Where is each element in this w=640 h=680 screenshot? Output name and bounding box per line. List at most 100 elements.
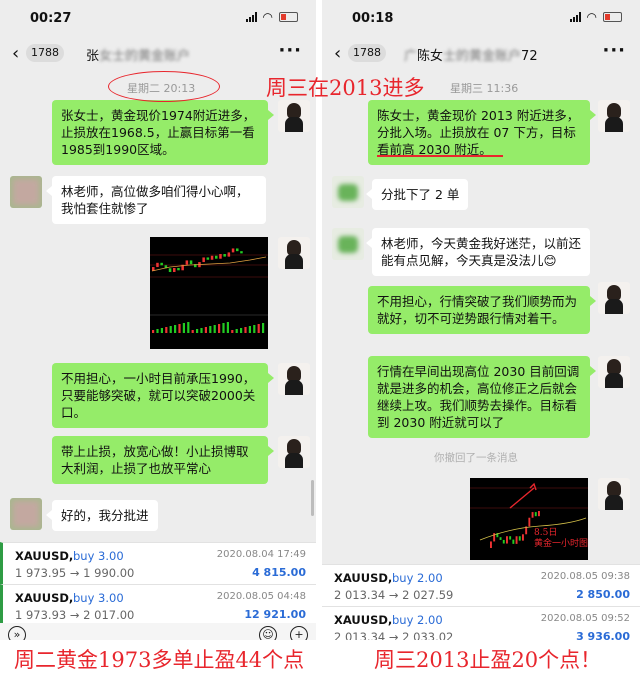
message-bubble-received[interactable]: 林老师，高位做多咱们得小心啊，我怕套住就惨了 <box>46 176 266 224</box>
trade-direction: buy 3.00 <box>73 549 124 563</box>
smile-emoji-icon: 😊 <box>543 253 557 268</box>
teacher-avatar[interactable] <box>278 436 310 468</box>
caption-right: 周三2013止盈20个点！ <box>322 640 640 680</box>
unread-count-badge[interactable]: 1788 <box>348 44 386 62</box>
candle <box>512 539 515 544</box>
volume-bar <box>262 323 265 333</box>
status-time: 00:18 <box>352 11 394 26</box>
volume-bar <box>244 327 247 333</box>
message-bubble-received[interactable]: 分批下了 2 单 <box>365 179 469 210</box>
red-underline-annotation <box>377 155 503 157</box>
candle <box>168 268 172 273</box>
trade-prices: 1 973.95 → 1 990.00 <box>15 566 135 580</box>
message-bubble-sent[interactable]: 不用担心，行情突破了我们顺势而为就好，切不可逆势跟行情对着干。 <box>368 286 596 334</box>
volume-bar <box>160 328 163 333</box>
volume-bar <box>231 330 234 333</box>
signal-icon <box>569 12 581 22</box>
volume-bar <box>169 326 172 333</box>
client-avatar[interactable] <box>332 176 364 208</box>
volume-bar <box>248 326 251 333</box>
unread-count-badge[interactable]: 1788 <box>26 44 64 62</box>
chart-annotation: 8.5日 黄金一小时图 <box>534 528 588 549</box>
volume-bar <box>240 328 243 333</box>
candlestick-chart-image[interactable]: 8.5日 黄金一小时图 <box>470 478 588 560</box>
message-bubble-received[interactable]: 林老师，今天黄金我好迷茫，以前还能有点见解，今天真是没法儿😊 <box>366 228 590 276</box>
client-avatar[interactable] <box>10 498 42 530</box>
candle <box>227 252 231 257</box>
more-icon[interactable]: ··· <box>602 40 626 61</box>
trade-prices: 2 013.34 → 2 027.59 <box>334 588 454 602</box>
candlestick-chart-image[interactable] <box>150 237 268 349</box>
client-avatar[interactable] <box>332 228 364 260</box>
candle <box>202 257 205 263</box>
battery-icon <box>279 12 298 22</box>
volume-bar <box>165 327 168 333</box>
volume-bar <box>226 322 229 333</box>
scrollbar[interactable] <box>311 480 314 516</box>
wifi-icon: ◠ <box>586 10 597 24</box>
candle <box>160 262 163 266</box>
back-arrow-icon[interactable]: ‹ <box>334 43 341 64</box>
trade-record[interactable]: XAUUSD, buy 3.00 2020.08.04 17:49 1 973.… <box>0 542 316 584</box>
volume-bar <box>178 324 181 333</box>
trade-profit: 2 850.00 <box>576 588 630 601</box>
candle <box>177 267 180 271</box>
trade-datetime: 2020.08.05 09:38 <box>540 571 630 582</box>
candle <box>219 254 222 259</box>
trade-symbol: XAUUSD, <box>334 613 393 627</box>
teacher-avatar[interactable] <box>598 356 630 388</box>
teacher-avatar[interactable] <box>598 478 630 510</box>
volume-bar <box>218 324 221 333</box>
volume-bar <box>204 327 207 333</box>
candle <box>240 251 243 254</box>
trade-symbol: XAUUSD, <box>15 549 74 563</box>
status-bar: 00:27 ◠ <box>0 0 316 38</box>
chat-header: ‹ 1788 张女士的黄金账户 ··· <box>0 38 316 70</box>
teacher-avatar[interactable] <box>278 237 310 269</box>
teacher-avatar[interactable] <box>278 100 310 132</box>
volume-bar <box>257 324 260 333</box>
candle <box>490 541 492 548</box>
volume-bar <box>200 328 203 333</box>
candle <box>499 537 502 540</box>
volume-bar <box>191 330 194 333</box>
volume-bar <box>174 325 177 333</box>
withdrawn-notice: 你撤回了一条消息 <box>434 452 518 464</box>
timestamp-highlight-circle <box>108 71 220 102</box>
trade-record[interactable]: XAUUSD, buy 3.00 2020.08.05 04:48 1 973.… <box>0 584 316 626</box>
client-avatar[interactable] <box>10 176 42 208</box>
teacher-avatar[interactable] <box>598 100 630 132</box>
trade-profit: 4 815.00 <box>252 566 306 579</box>
more-icon[interactable]: ··· <box>278 40 302 61</box>
candle <box>185 260 189 265</box>
message-bubble-sent[interactable]: 行情在早间出现高位 2030 目前回调就是进多的机会，高位修正之后就会继续上攻。… <box>368 356 596 438</box>
trade-direction: buy 3.00 <box>73 591 124 605</box>
trade-profit: 12 921.00 <box>244 608 306 621</box>
volume-bar <box>253 325 256 333</box>
signal-icon <box>245 12 257 22</box>
candle <box>538 511 540 517</box>
candle <box>518 536 521 541</box>
teacher-avatar[interactable] <box>598 282 630 314</box>
volume-bar <box>222 323 225 333</box>
contact-name: 广陈女士的黄金账户72 <box>404 49 538 64</box>
volume-bar <box>187 322 190 333</box>
wifi-icon: ◠ <box>262 10 273 24</box>
message-bubble-sent[interactable]: 不用担心，一小时目前承压1990，只要能够突破，就可以突破2000关口。 <box>52 363 274 428</box>
volume-bar <box>213 325 216 333</box>
volume-bar <box>209 326 212 333</box>
trade-direction: buy 2.00 <box>392 571 443 585</box>
caption-left: 周二黄金1973多单止盈44个点 <box>0 640 316 680</box>
trade-record[interactable]: XAUUSD, buy 2.00 2020.08.05 09:38 2 013.… <box>322 564 640 606</box>
message-bubble-sent[interactable]: 带上止损，放宽心做！小止损博取大利润，止损了也放平常心 <box>52 436 274 484</box>
candle <box>173 267 176 273</box>
message-bubble-sent[interactable]: 张女士，黄金现价1974附近进多，止损放在1968.5，止赢目标第一看1985到… <box>52 100 274 165</box>
back-arrow-icon[interactable]: ‹ <box>12 43 19 64</box>
candle <box>509 536 512 540</box>
message-bubble-received[interactable]: 好的，我分批进 <box>46 500 158 531</box>
message-timestamp: 星期三 11:36 <box>450 82 519 95</box>
trade-datetime: 2020.08.05 04:48 <box>216 591 306 602</box>
volume-bar <box>156 329 159 333</box>
candle <box>534 512 537 517</box>
teacher-avatar[interactable] <box>278 363 310 395</box>
